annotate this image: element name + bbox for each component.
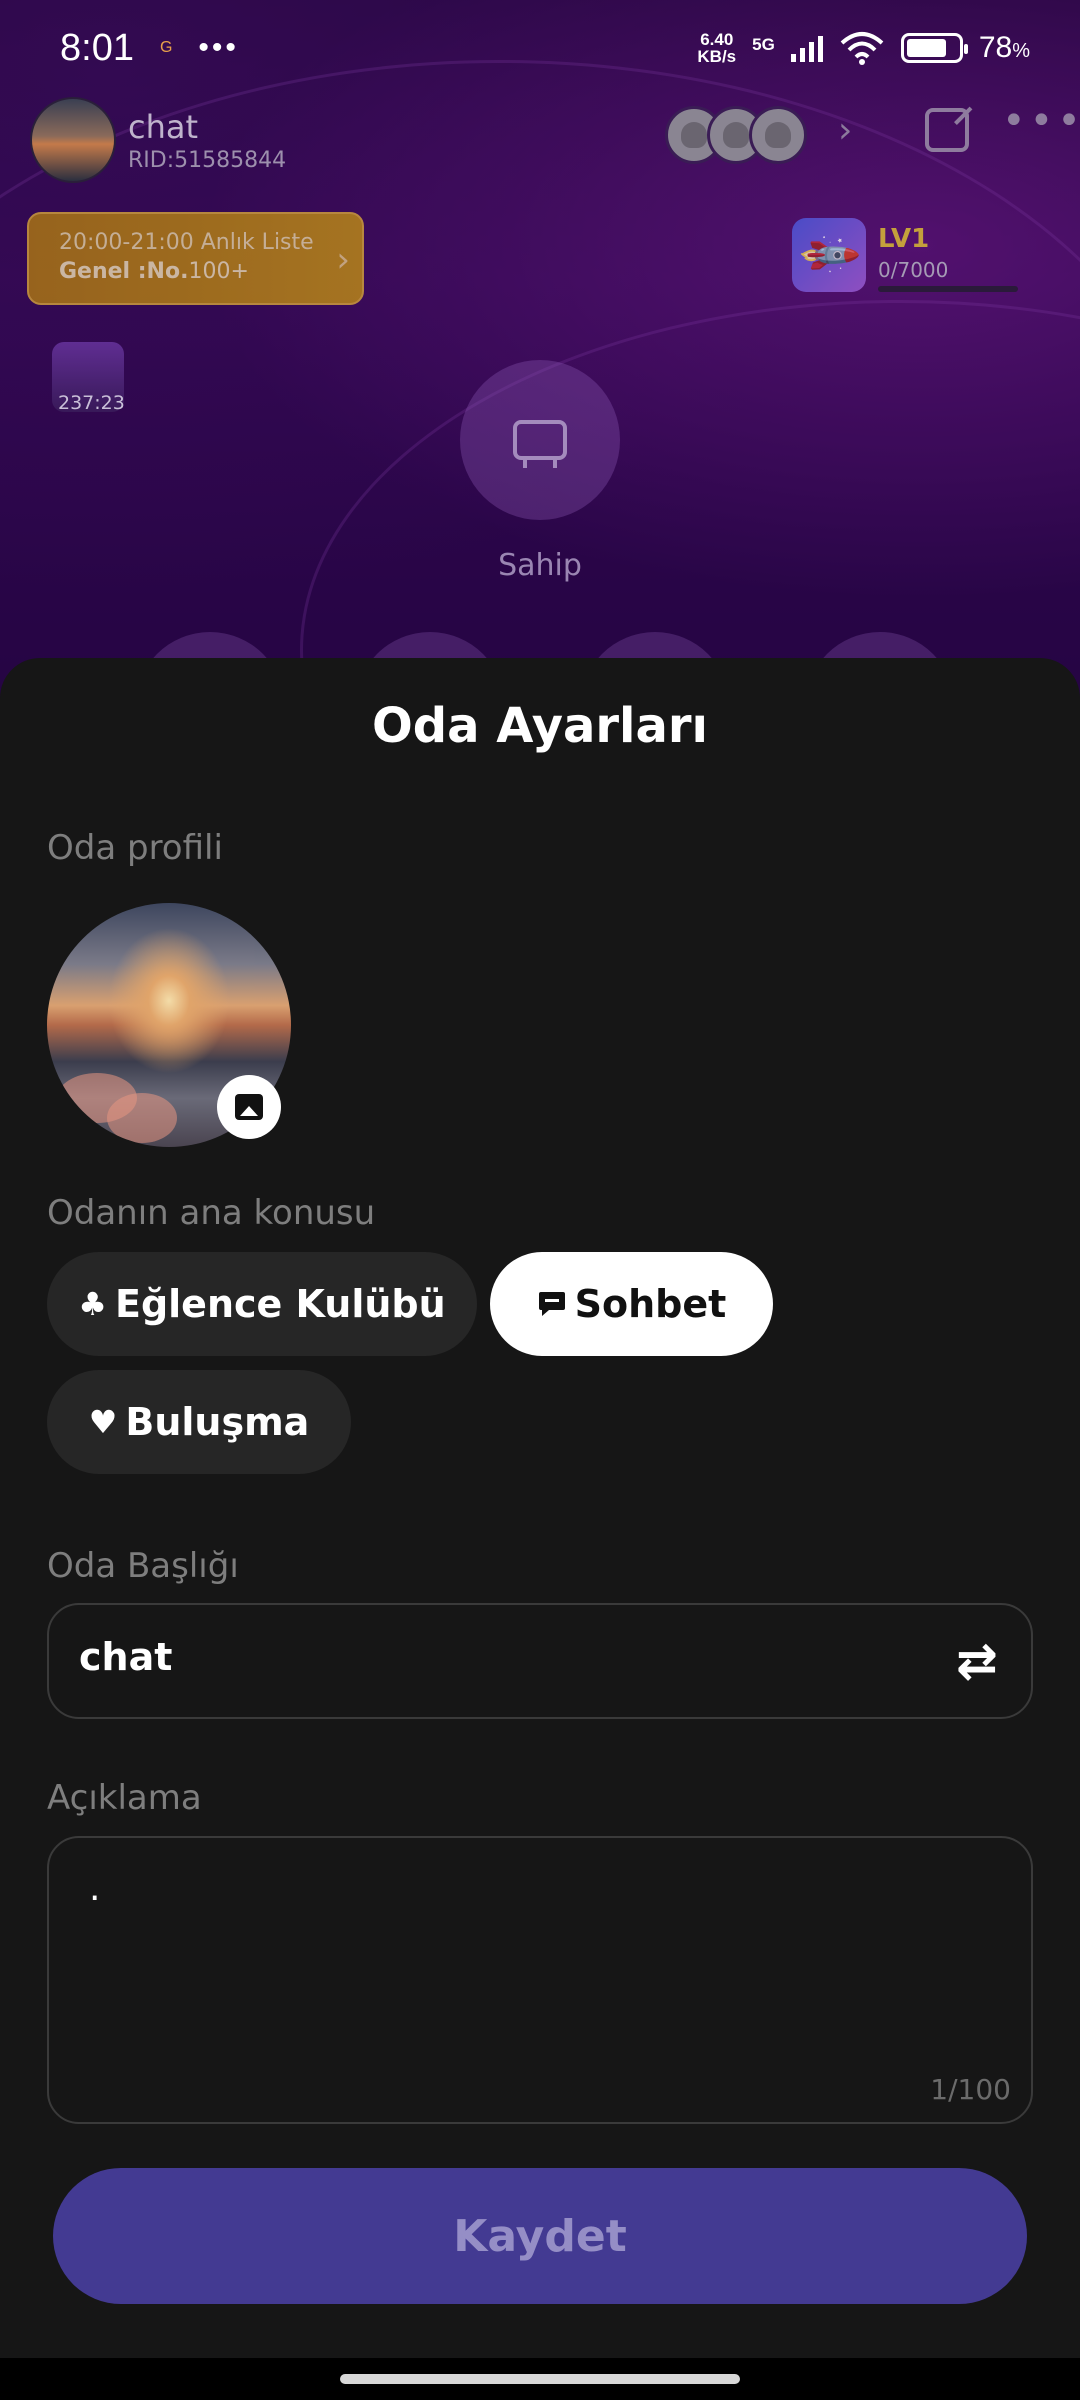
owner-seat[interactable] [460,360,620,520]
character-counter: 1/100 [930,2073,1011,2106]
seat-label: Sahip [498,548,582,583]
clock: 8:01 [60,26,134,69]
battery-percentage: 78% [978,31,1030,64]
profile-label: Oda profili [47,828,223,868]
room-avatar[interactable] [30,97,116,183]
room-level[interactable]: 🚀 LV1 0/7000 [792,218,1018,292]
level-label: LV1 [878,224,930,254]
topic-chip-meeting[interactable]: ♥ Buluşma [47,1370,351,1474]
network-type: 5G [752,35,775,54]
topic-label: Odanın ana konusu [47,1193,376,1233]
home-indicator[interactable] [340,2374,740,2384]
room-header: chat RID:51585844 › ••• [30,92,1080,188]
member-avatar [749,106,807,164]
description-label: Açıklama [47,1778,202,1818]
sofa-icon [513,420,567,468]
share-icon[interactable] [925,108,969,152]
cellular-signal-icon [790,34,823,62]
club-icon: ♣ [78,1285,107,1323]
topic-chip-entertainment-club[interactable]: ♣ Eğlence Kulübü [47,1252,477,1356]
room-name: chat [128,107,199,146]
change-photo-button[interactable] [217,1075,281,1139]
heart-icon: ♥ [88,1403,118,1441]
status-bar: 8:01 G ••• 6.40 KB/s 5G 78% [0,0,1080,96]
chat-bubble-icon [538,1292,565,1316]
ranking-period: 20:00-21:00 Anlık Liste [59,230,314,255]
room-settings-sheet: Oda Ayarları Oda profili Odanın ana konu… [0,658,1080,2400]
chevron-right-icon: › [336,240,350,280]
chevron-right-icon[interactable]: › [838,110,852,151]
title-label: Oda Başlığı [47,1546,239,1586]
battery-icon [900,33,968,63]
description-textarea[interactable]: . 1/100 [47,1836,1033,2124]
ranking-badge[interactable]: 20:00-21:00 Anlık Liste Genel :No.100+ › [27,212,364,305]
room-id: RID:51585844 [128,147,287,173]
sheet-title: Oda Ayarları [371,698,709,754]
level-progress: 0/7000 [878,258,949,282]
topic-chip-chat[interactable]: Sohbet [490,1252,773,1356]
room-title-input[interactable]: chat ⇄ [47,1603,1033,1719]
more-options-icon[interactable]: ••• [1002,98,1080,144]
system-navigation-bar [0,2358,1080,2400]
g-notification-icon: G [159,39,173,56]
game-timer: 237:23 [58,392,125,414]
refresh-title-icon[interactable]: ⇄ [951,1635,1003,1687]
level-progress-bar [878,286,1018,292]
more-notifications-icon: ••• [198,31,239,64]
room-members[interactable] [665,106,807,164]
network-speed: 6.40 KB/s [697,30,737,66]
image-icon [235,1094,263,1120]
save-button[interactable]: Kaydet [53,2168,1027,2304]
room-title-value: chat [79,1635,173,1679]
ranking-position: Genel :No.100+ [59,259,249,284]
rocket-icon: 🚀 [792,218,866,292]
wifi-icon [840,32,884,65]
description-value: . [89,1868,101,1909]
